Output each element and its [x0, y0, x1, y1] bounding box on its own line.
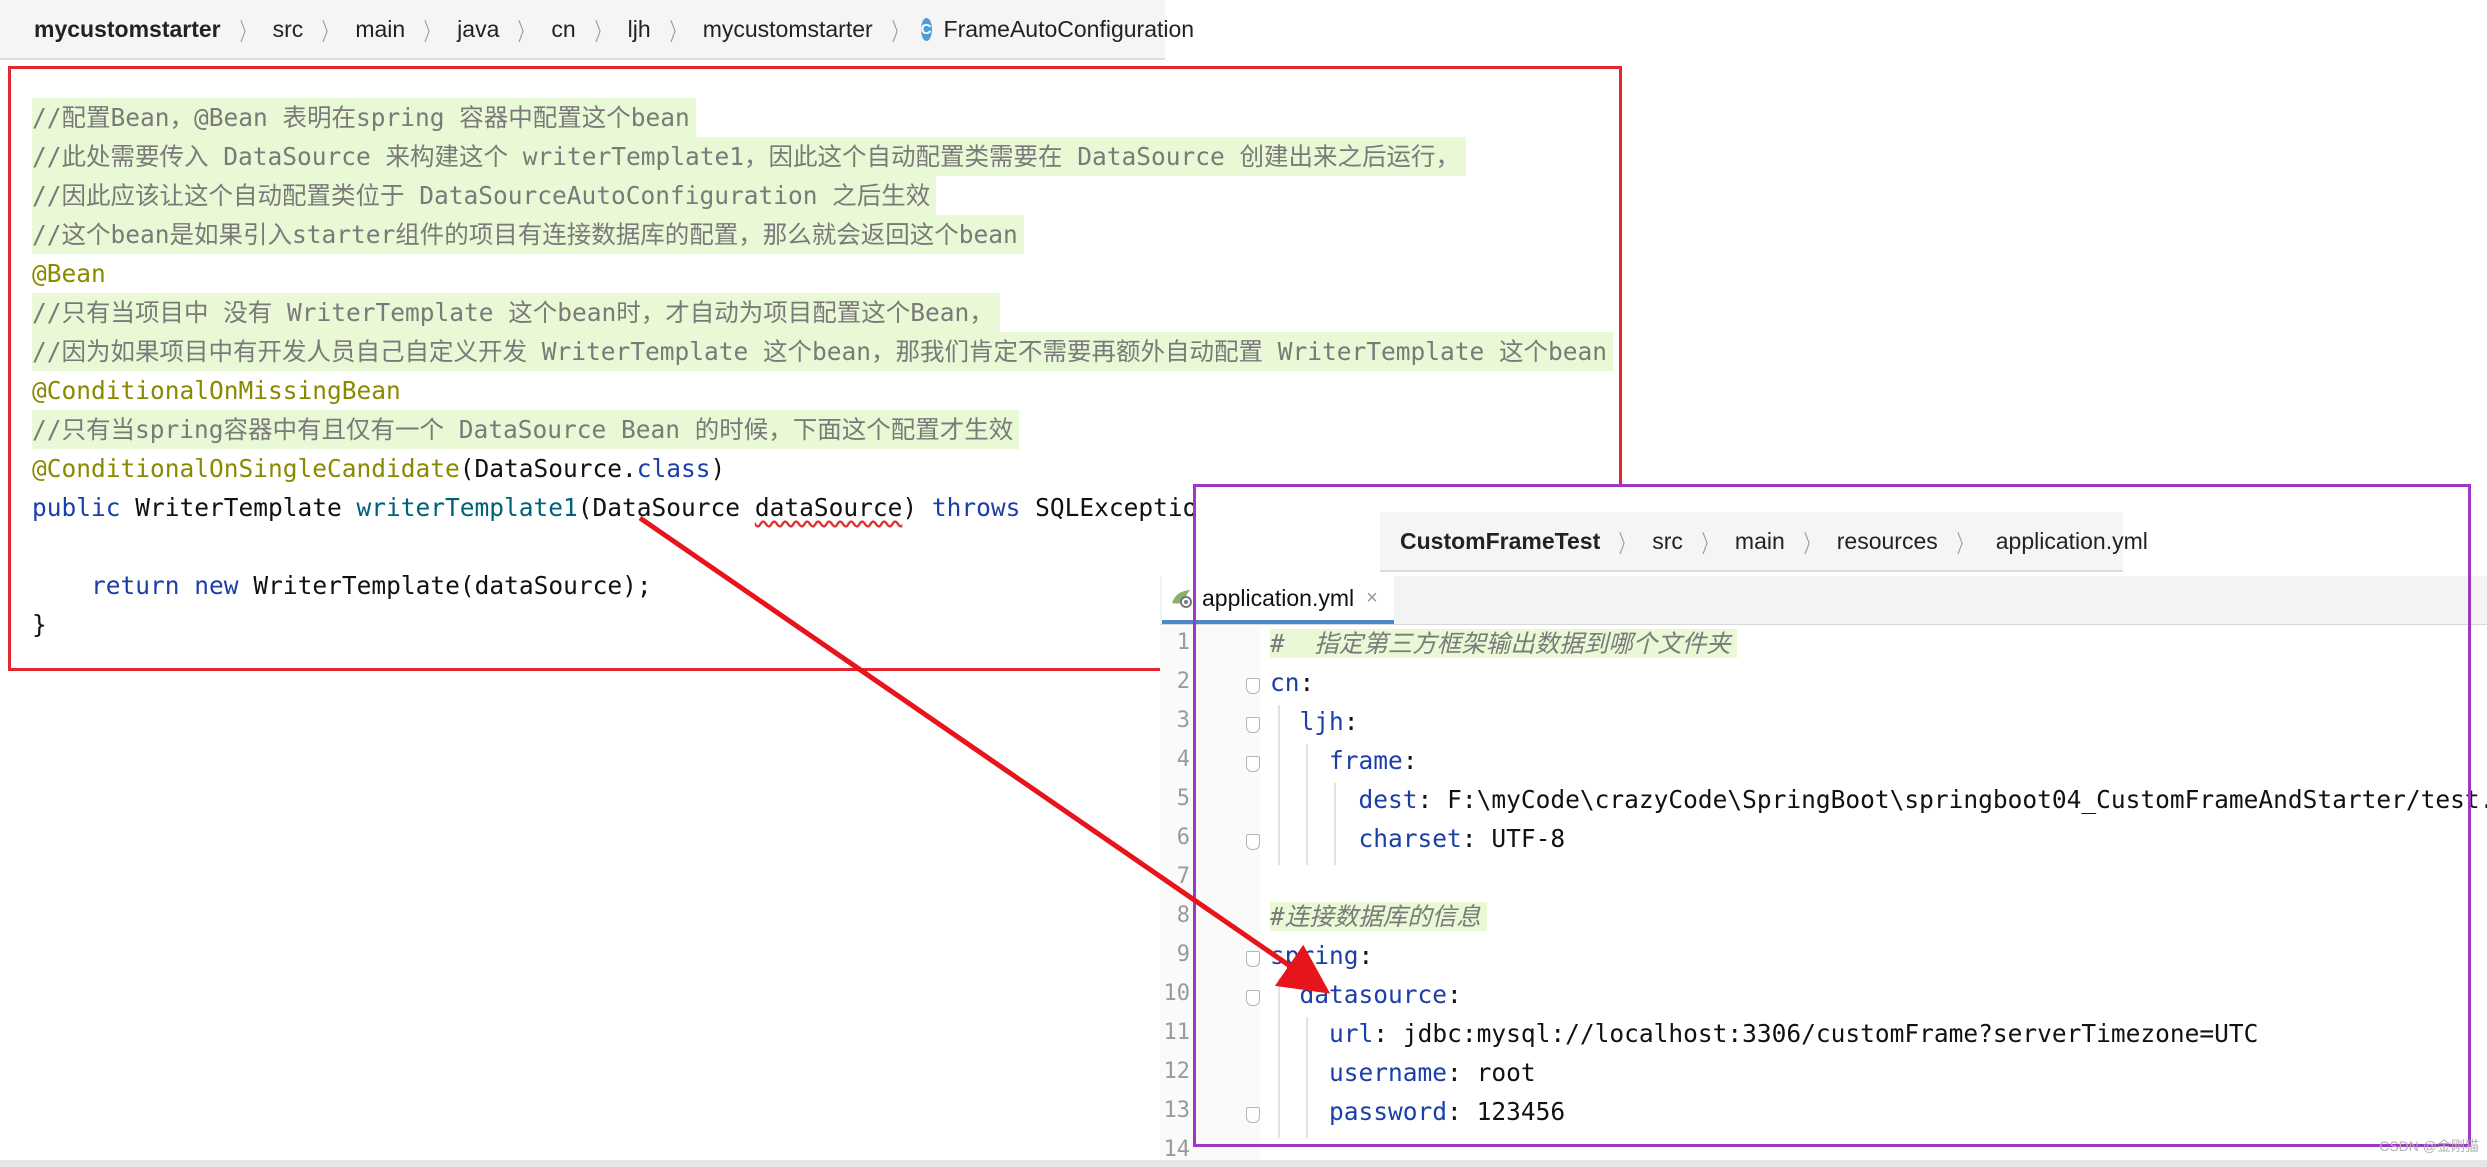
annotation-arrow — [638, 515, 1331, 994]
arrow-line — [638, 515, 1331, 994]
